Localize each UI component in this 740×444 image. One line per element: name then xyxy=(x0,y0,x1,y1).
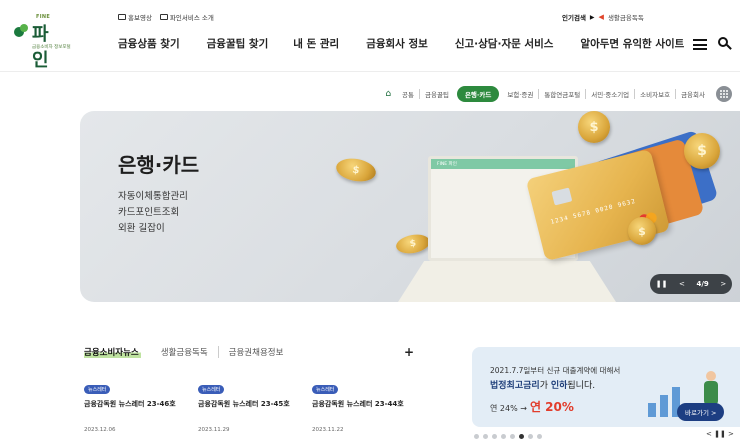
news-item[interactable]: 뉴스레터 금융감독원 뉴스레터 23-46호 2023.12.06 xyxy=(84,376,194,433)
news-title: 금융감독원 뉴스레터 23-44호 xyxy=(312,400,404,408)
logo-mark-icon xyxy=(14,22,34,38)
hero-title: 은행·카드 xyxy=(118,153,200,177)
all-menu-grid-icon[interactable] xyxy=(716,86,732,102)
nav-item-consult-service[interactable]: 신고·상담·자문 서비스 xyxy=(455,36,554,51)
nav-item-tips[interactable]: 금융꿀팁 찾기 xyxy=(207,36,269,51)
util-link-label: 홍보영상 xyxy=(128,14,152,22)
news-tabs: 금융소비자뉴스 생활금융독독 금융권채용정보 xyxy=(84,346,293,358)
nav-item-my-money[interactable]: 내 돈 관리 xyxy=(293,36,339,51)
promo-line-1: 2021.7.7일부터 신규 대출계약에 대해서 xyxy=(490,366,621,375)
promo-rate-change: 연 24% → 연 20% xyxy=(490,398,574,415)
news-badge: 뉴스레터 xyxy=(84,385,111,394)
home-icon[interactable]: ⌂ xyxy=(385,89,391,99)
category-tab-bank-card[interactable]: 은행·카드 xyxy=(456,86,500,102)
search-icon[interactable] xyxy=(718,37,732,51)
news-item[interactable]: 뉴스레터 금융감독원 뉴스레터 23-45호 2023.11.29 xyxy=(198,376,308,433)
category-tab-smb[interactable]: 서민·중소기업 xyxy=(585,89,634,99)
category-tab-pension[interactable]: 통합연금포털 xyxy=(538,89,585,99)
main-nav: 금융상품 찾기 금융꿀팁 찾기 내 돈 관리 금융회사 정보 신고·상담·자문 … xyxy=(118,36,711,51)
promo-dot[interactable] xyxy=(537,434,542,439)
promo-dot[interactable] xyxy=(528,434,533,439)
hot-keyword-link[interactable]: 생활금융독독 xyxy=(608,12,644,22)
site-header: FINE 파 인 금융소비자 정보포털 홍보영상 파인서비스 소개 인기검색 ▶… xyxy=(0,0,740,72)
promo-dot[interactable] xyxy=(510,434,515,439)
hero-banner: 은행·카드 자동이체통합관리 카드포인트조회 외환 길잡이 FINE 파인 12… xyxy=(80,111,740,302)
news-badge: 뉴스레터 xyxy=(198,385,225,394)
promo-dot[interactable] xyxy=(492,434,497,439)
coin-icon xyxy=(334,155,378,185)
promo-dot[interactable] xyxy=(483,434,488,439)
promo-dot[interactable] xyxy=(501,434,506,439)
news-item[interactable]: 뉴스레터 금융감독원 뉴스레터 23-44호 2023.11.22 xyxy=(312,376,422,433)
monitor-icon xyxy=(159,14,168,20)
nav-item-product-search[interactable]: 금융상품 찾기 xyxy=(118,36,180,51)
news-title: 금융감독원 뉴스레터 23-45호 xyxy=(198,400,290,408)
hero-pager: ❚❚ < 4/9 > xyxy=(650,274,732,294)
promo-dot[interactable] xyxy=(474,434,479,439)
laptop-screen-label: FINE 파인 xyxy=(437,162,457,167)
news-title: 금융감독원 뉴스레터 23-46호 xyxy=(84,400,176,408)
util-link-service-intro[interactable]: 파인서비스 소개 xyxy=(159,12,214,22)
category-tabs: ⌂ 공통 금융꿀팁 은행·카드 보험·증권 통합연금포털 서민·중소기업 소비자… xyxy=(385,86,732,102)
nav-item-useful-sites[interactable]: 알아두면 유익한 사이트 xyxy=(580,36,684,51)
promo-dot-active[interactable] xyxy=(519,434,524,439)
site-logo[interactable]: FINE 파 인 금융소비자 정보포털 xyxy=(14,14,84,71)
hamburger-menu-icon[interactable] xyxy=(693,39,707,50)
category-tab-tips[interactable]: 금융꿀팁 xyxy=(419,89,454,99)
video-icon xyxy=(118,14,126,20)
laptop-base-illustration xyxy=(398,261,616,302)
hero-link-fx-guide[interactable]: 외환 길잡이 xyxy=(118,221,188,237)
next-slide-icon[interactable]: > xyxy=(720,280,726,288)
promo-rate-to: 연 20% xyxy=(529,400,574,414)
promo-line-2: 법정최고금리가 인하됩니다. xyxy=(490,381,596,391)
pause-icon[interactable]: ❚❚ xyxy=(656,280,668,288)
promo-banner[interactable]: 2021.7.7일부터 신규 대출계약에 대해서 법정최고금리가 인하됩니다. … xyxy=(472,347,740,427)
util-link-label: 파인서비스 소개 xyxy=(169,14,214,22)
card-chip-icon xyxy=(551,187,573,206)
hero-link-card-points[interactable]: 카드포인트조회 xyxy=(118,205,188,221)
util-links: 홍보영상 파인서비스 소개 xyxy=(118,12,214,22)
play-icon: ▶ xyxy=(589,13,595,21)
news-badge: 뉴스레터 xyxy=(312,385,339,394)
category-tab-company[interactable]: 금융회사 xyxy=(675,89,710,99)
category-tab-common[interactable]: 공통 xyxy=(397,89,419,99)
hot-keywords: 인기검색 ▶ ◀ 생활금융독독 xyxy=(562,12,644,22)
hero-link-auto-transfer[interactable]: 자동이체통합관리 xyxy=(118,189,188,205)
coin-icon xyxy=(684,133,720,169)
news-date: 2023.12.06 xyxy=(84,427,116,433)
util-link-promo-video[interactable]: 홍보영상 xyxy=(118,12,152,22)
coin-icon xyxy=(628,217,656,245)
logo-tagline: 금융소비자 정보포털 xyxy=(32,45,71,50)
coin-icon xyxy=(394,232,432,256)
category-tab-insurance[interactable]: 보험·증권 xyxy=(502,89,538,99)
person-illustration xyxy=(702,371,720,405)
chart-illustration xyxy=(648,403,656,417)
flag-icon: ◀ xyxy=(598,13,604,21)
category-tab-consumer[interactable]: 소비자보호 xyxy=(634,89,675,99)
coin-icon xyxy=(578,111,610,143)
news-date: 2023.11.29 xyxy=(198,427,230,433)
promo-controls[interactable]: < ❚❚ > xyxy=(706,430,734,438)
news-more-button[interactable]: + xyxy=(404,345,414,359)
hero-page-indicator: 4/9 xyxy=(696,280,709,288)
tab-life-finance[interactable]: 생활금융독독 xyxy=(151,346,218,358)
promo-shortcut-button[interactable]: 바로가기 > xyxy=(677,403,725,421)
tab-jobs[interactable]: 금융권채용정보 xyxy=(217,346,294,358)
tab-consumer-news[interactable]: 금융소비자뉴스 xyxy=(84,346,141,358)
hot-keywords-label: 인기검색 xyxy=(562,14,586,22)
news-date: 2023.11.22 xyxy=(312,427,344,433)
promo-dots xyxy=(474,434,542,439)
prev-slide-icon[interactable]: < xyxy=(679,280,685,288)
nav-item-company-info[interactable]: 금융회사 정보 xyxy=(366,36,428,51)
promo-rate-from: 연 24% → xyxy=(490,404,527,413)
hero-links: 자동이체통합관리 카드포인트조회 외환 길잡이 xyxy=(118,189,188,237)
